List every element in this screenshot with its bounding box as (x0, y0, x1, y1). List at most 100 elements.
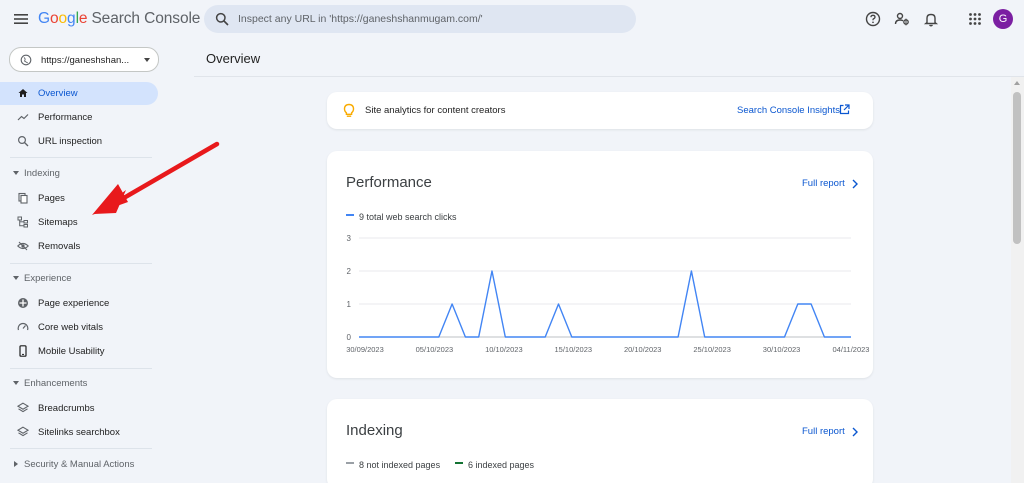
pages-icon (18, 192, 28, 204)
divider (10, 448, 152, 449)
search-placeholder: Inspect any URL in 'https://ganeshshanmu… (238, 13, 483, 25)
legend-swatch (455, 461, 463, 464)
dropdown-caret-icon (144, 58, 150, 62)
y-tick-label: 1 (347, 300, 352, 309)
sidebar-item-label: Core web vitals (38, 322, 103, 333)
divider (194, 76, 1024, 77)
collapse-icon (13, 276, 19, 280)
sidebar-item-page-experience[interactable]: Page experience (0, 292, 158, 315)
legend-indexed[interactable]: 6 indexed pages (455, 455, 535, 470)
insights-link[interactable]: Search Console Insights (737, 105, 840, 116)
legend-swatch (346, 461, 354, 464)
section-enhancements[interactable]: Enhancements (0, 375, 158, 393)
section-label: Enhancements (24, 378, 88, 389)
search-icon (215, 12, 229, 26)
x-tick-label: 30/10/2023 (763, 345, 801, 354)
sitemap-icon (17, 216, 28, 228)
performance-full-report-link[interactable]: Full report (802, 178, 845, 189)
x-tick-label: 15/10/2023 (555, 345, 593, 354)
performance-title: Performance (346, 174, 432, 191)
trending-icon (17, 114, 29, 121)
sidebar-item-overview[interactable]: Overview (0, 82, 158, 105)
product-name: Search Console (91, 10, 201, 27)
sidebar-item-mobile-usability[interactable]: Mobile Usability (0, 340, 158, 363)
x-tick-label: 30/09/2023 (346, 345, 384, 354)
logo-letter: e (78, 10, 88, 27)
x-tick-label: 10/10/2023 (485, 345, 523, 354)
divider (10, 368, 152, 369)
scroll-up-arrow-icon[interactable] (1014, 81, 1020, 85)
section-label: Security & Manual Actions (24, 459, 135, 470)
divider (10, 263, 152, 264)
section-experience[interactable]: Experience (0, 270, 158, 288)
sidebar-item-label: Overview (38, 88, 78, 99)
help-icon[interactable] (864, 10, 882, 28)
sidebar-item-breadcrumbs[interactable]: Breadcrumbs (0, 397, 158, 420)
logo-letter: G (38, 10, 50, 27)
performance-card: Performance Full report 9 total web sear… (327, 151, 873, 378)
x-tick-label: 20/10/2023 (624, 345, 662, 354)
lightbulb-icon (343, 103, 355, 117)
sidebar-item-performance[interactable]: Performance (0, 106, 158, 129)
x-tick-label: 05/10/2023 (416, 345, 454, 354)
chart-legend[interactable]: 9 total web search clicks (346, 207, 457, 222)
layers-icon (17, 402, 29, 413)
property-label: https://ganeshshan... (41, 55, 130, 66)
y-tick-label: 2 (347, 267, 352, 276)
legend-swatch (346, 213, 354, 216)
chevron-right-icon[interactable] (851, 179, 859, 189)
chevron-right-icon[interactable] (851, 427, 859, 437)
removals-icon (17, 241, 29, 251)
collapse-icon (13, 171, 19, 175)
x-tick-label: 25/10/2023 (693, 345, 731, 354)
x-tick-label: 04/11/2023 (833, 345, 870, 354)
section-label: Experience (24, 273, 72, 284)
bell-icon[interactable] (922, 10, 940, 28)
indexing-card: Indexing Full report 8 not indexed pages… (327, 399, 873, 483)
insights-text: Site analytics for content creators (365, 105, 506, 116)
property-selector[interactable]: https://ganeshshan... (9, 47, 159, 72)
section-label: Indexing (24, 168, 60, 179)
sidebar-item-removals[interactable]: Removals (0, 235, 158, 258)
legend-label: 8 not indexed pages (359, 460, 441, 470)
sidebar-item-label: Pages (38, 193, 65, 204)
sidebar-item-label: Mobile Usability (38, 346, 105, 357)
users-icon[interactable] (893, 10, 911, 28)
header: Google Search Console Inspect any URL in … (0, 0, 1024, 38)
expand-icon (14, 461, 18, 467)
avatar[interactable]: G (993, 9, 1013, 29)
legend-label: 6 indexed pages (468, 460, 535, 470)
mobile-icon (19, 345, 27, 357)
sidebar-item-core-web-vitals[interactable]: Core web vitals (0, 316, 158, 339)
apps-icon[interactable] (966, 10, 984, 28)
search-input[interactable]: Inspect any URL in 'https://ganeshshanmu… (204, 5, 636, 33)
scrollbar-thumb[interactable] (1013, 92, 1021, 244)
legend-label: 9 total web search clicks (359, 212, 457, 222)
globe-icon (20, 54, 32, 66)
sidebar-item-sitelinks-searchbox[interactable]: Sitelinks searchbox (0, 421, 158, 444)
page-experience-icon (18, 298, 28, 308)
sidebar-item-label: Removals (38, 241, 81, 252)
y-tick-label: 3 (347, 234, 352, 243)
y-tick-label: 0 (347, 333, 352, 342)
indexing-full-report-link[interactable]: Full report (802, 426, 845, 437)
indexing-title: Indexing (346, 422, 403, 439)
menu-icon[interactable] (12, 10, 30, 28)
insights-card: Site analytics for content creators Sear… (327, 92, 873, 129)
sidebar-item-label: Sitelinks searchbox (38, 427, 120, 438)
layers-icon (17, 426, 29, 437)
annotation-arrow (92, 141, 220, 215)
home-icon (18, 89, 28, 97)
open-external-icon[interactable] (839, 104, 850, 115)
collapse-icon (13, 381, 19, 385)
logo-letter: o (49, 10, 59, 27)
sidebar-item-label: Breadcrumbs (38, 403, 95, 414)
gauge-icon (17, 323, 29, 331)
sidebar-item-label: Page experience (38, 298, 110, 309)
legend-not-indexed[interactable]: 8 not indexed pages (346, 455, 441, 470)
logo-letter: g (67, 10, 76, 27)
logo-letter: o (58, 10, 68, 27)
search-icon (17, 135, 29, 147)
logo[interactable]: Google Search Console (38, 10, 200, 28)
section-security[interactable]: Security & Manual Actions (0, 456, 158, 474)
